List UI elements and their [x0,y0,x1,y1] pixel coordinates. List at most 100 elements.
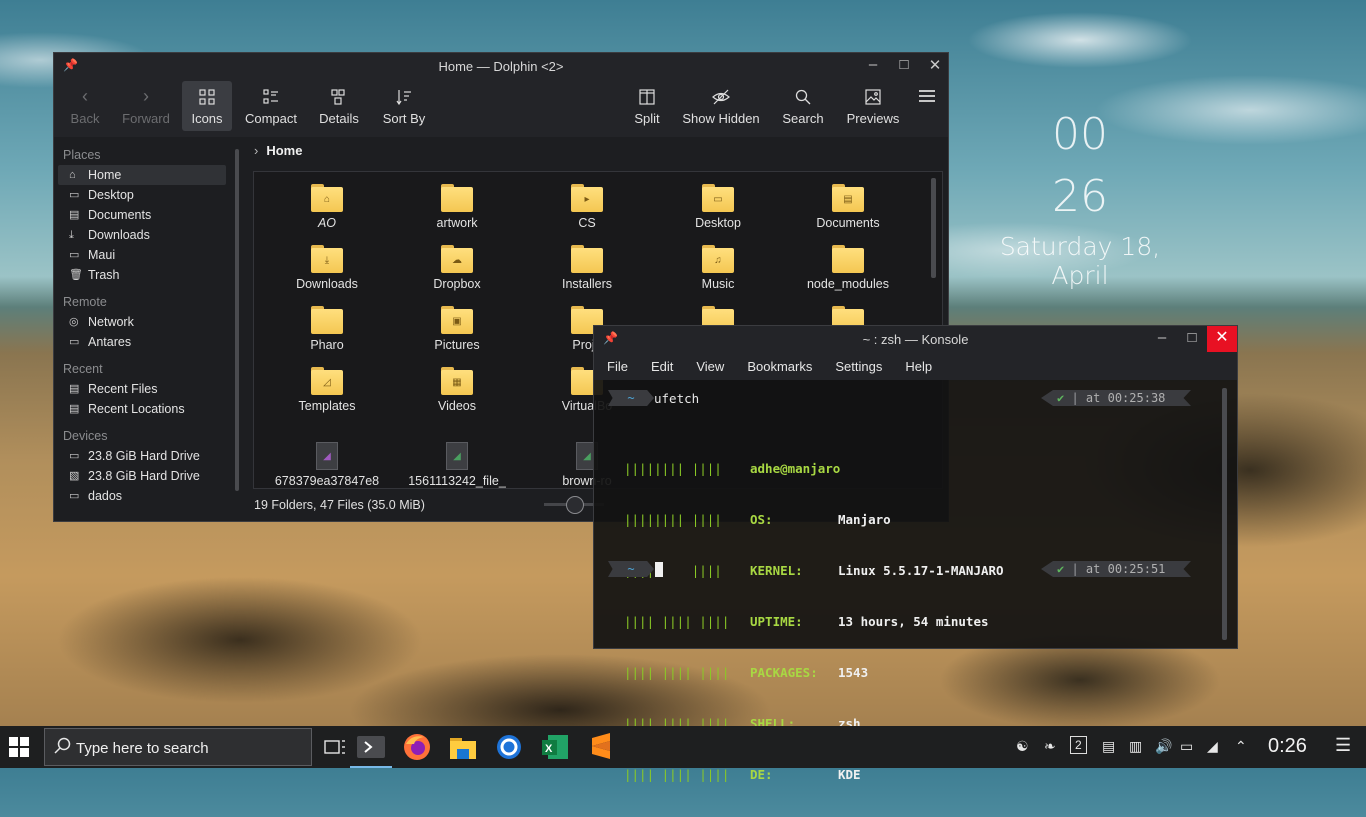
file-view-scrollbar[interactable] [931,178,936,278]
battery-icon[interactable]: ▭ [1180,738,1193,755]
sidebar-item-hard-drive-2[interactable]: ▧ 23.8 GiB Hard Drive [58,466,226,486]
folder-item[interactable]: ▦ Videos [398,367,516,413]
steam-tray-icon[interactable]: ☯ [1016,738,1029,755]
icons-view-button[interactable]: Icons [182,81,232,131]
volume-icon[interactable]: 🔊 [1155,738,1172,755]
sidebar-item-home[interactable]: ⌂ Home [58,165,226,185]
split-button[interactable]: Split [628,81,666,131]
close-button[interactable]: ✕ [1207,326,1237,352]
sidebar-item-desktop[interactable]: ▭ Desktop [58,185,226,205]
excel-taskbar-icon[interactable]: X [540,732,570,762]
konsole-taskbar-icon[interactable] [350,732,392,768]
hamburger-icon [916,81,938,107]
menu-file[interactable]: File [607,359,628,374]
leaf-tray-icon[interactable]: ❧ [1044,738,1056,755]
close-button[interactable]: ✕ [924,56,946,74]
split-view-icon [628,81,666,107]
konsole-titlebar[interactable]: 📌 ~ : zsh — Konsole – □ ✕ [594,326,1237,352]
folder-icon: ⌂ [311,184,343,212]
search-button[interactable]: Search [778,81,828,131]
sidebar-item-network[interactable]: ◎ Network [58,312,226,332]
sidebar-item-hard-drive-1[interactable]: ▭ 23.8 GiB Hard Drive [58,446,226,466]
folder-icon [571,245,603,273]
minimize-button[interactable]: – [1151,329,1173,346]
notifications-icon[interactable]: ☰ [1335,735,1351,756]
folder-item[interactable]: node_modules [789,245,907,291]
clock-date: Saturday 18, April [999,232,1161,290]
compact-view-button[interactable]: Compact [240,81,302,131]
terminal-output[interactable]: ~ ufetch ✔ | at 00:25:38 |||||||| |||| ad… [594,380,1223,782]
settings-taskbar-icon[interactable] [494,732,524,762]
sidebar-item-dados[interactable]: ▭ dados [58,486,226,506]
folder-item[interactable]: ▭ Desktop [659,184,777,230]
folder-item[interactable]: artwork [398,184,516,230]
sidebar-item-documents[interactable]: ▤ Documents [58,205,226,225]
menu-view[interactable]: View [696,359,724,374]
chevron-up-icon[interactable]: ⌃ [1235,738,1247,755]
back-button[interactable]: ‹ Back [64,81,106,131]
sort-by-button[interactable]: Sort By [376,81,432,131]
zoom-slider-handle[interactable] [566,496,584,514]
folder-item[interactable]: Installers [528,245,646,291]
downloads-folder-icon: ⤓ [311,245,343,273]
chevron-right-icon: › [143,86,149,106]
menu-help[interactable]: Help [905,359,932,374]
compact-list-icon [240,81,302,107]
taskbar-search-box[interactable]: Type here to search [44,728,312,766]
previews-button[interactable]: Previews [842,81,904,131]
devices-section-label: Devices [63,429,108,443]
sidebar-item-trash[interactable]: 🗑 Trash [58,265,226,285]
sidebar-item-maui[interactable]: ▭ Maui [58,245,226,265]
breadcrumb-home[interactable]: Home [266,143,302,158]
task-view-button[interactable] [320,732,350,762]
hamburger-menu-button[interactable] [916,81,938,131]
maximize-button[interactable]: □ [893,56,915,73]
sidebar-item-antares[interactable]: ▭ Antares [58,332,226,352]
recent-files-icon: ▤ [69,383,80,395]
show-hidden-button[interactable]: Show Hidden [678,81,764,131]
file-item[interactable]: ◢ 678379ea37847e8 [268,442,386,488]
check-icon: ✔ [1057,562,1065,576]
firefox-taskbar-icon[interactable] [402,732,432,762]
folder-item[interactable]: ⌂ AO [268,184,386,230]
menu-settings[interactable]: Settings [835,359,882,374]
prompt-dir-segment: ~ [608,390,654,406]
image-preview-icon [842,81,904,107]
check-icon: ✔ [1057,391,1065,405]
folder-item[interactable]: ▤ Documents [789,184,907,230]
search-icon [54,737,72,760]
folder-icon: ▸ [571,184,603,212]
folder-item[interactable]: Pharo [268,306,386,352]
folder-item[interactable]: ◿ Templates [268,367,386,413]
breadcrumb[interactable]: › Home [254,143,302,158]
videos-folder-icon: ▦ [441,367,473,395]
sidebar-item-recent-locations[interactable]: ▤ Recent Locations [58,399,226,419]
sidebar-item-recent-files[interactable]: ▤ Recent Files [58,379,226,399]
details-list-icon [312,81,366,107]
sidebar-item-downloads[interactable]: ⤓ Downloads [58,225,226,245]
terminal-scrollbar[interactable] [1222,388,1227,640]
minimize-button[interactable]: – [862,56,884,73]
notes-tray-icon[interactable]: ▤ [1102,738,1115,755]
wifi-icon[interactable]: ◢ [1207,738,1218,755]
folder-item[interactable]: ▣ Pictures [398,306,516,352]
maximize-button[interactable]: □ [1181,329,1203,346]
dolphin-titlebar[interactable]: 📌 Home — Dolphin <2> – □ ✕ [54,53,948,79]
clipboard-tray-icon[interactable]: ▥ [1129,738,1142,755]
folder-item[interactable]: ♫ Music [659,245,777,291]
konsole-window: 📌 ~ : zsh — Konsole – □ ✕ File Edit View… [593,325,1238,782]
folder-item[interactable]: ⤓ Downloads [268,245,386,291]
sublime-text-taskbar-icon[interactable] [586,732,616,762]
forward-button[interactable]: › Forward [116,81,176,131]
file-manager-taskbar-icon[interactable] [448,732,478,762]
folder-item[interactable]: ▸ CS [528,184,646,230]
file-item[interactable]: ◢ 1561113242_file_ [398,442,516,488]
folder-item[interactable]: ☁ Dropbox [398,245,516,291]
virtual-desktop-indicator[interactable]: 2 [1070,736,1087,754]
details-view-button[interactable]: Details [312,81,366,131]
taskbar-clock[interactable]: 0:26 [1268,735,1307,758]
menu-bookmarks[interactable]: Bookmarks [747,359,812,374]
menu-edit[interactable]: Edit [651,359,673,374]
sidebar-scrollbar[interactable] [235,149,239,491]
start-button[interactable] [9,737,29,757]
